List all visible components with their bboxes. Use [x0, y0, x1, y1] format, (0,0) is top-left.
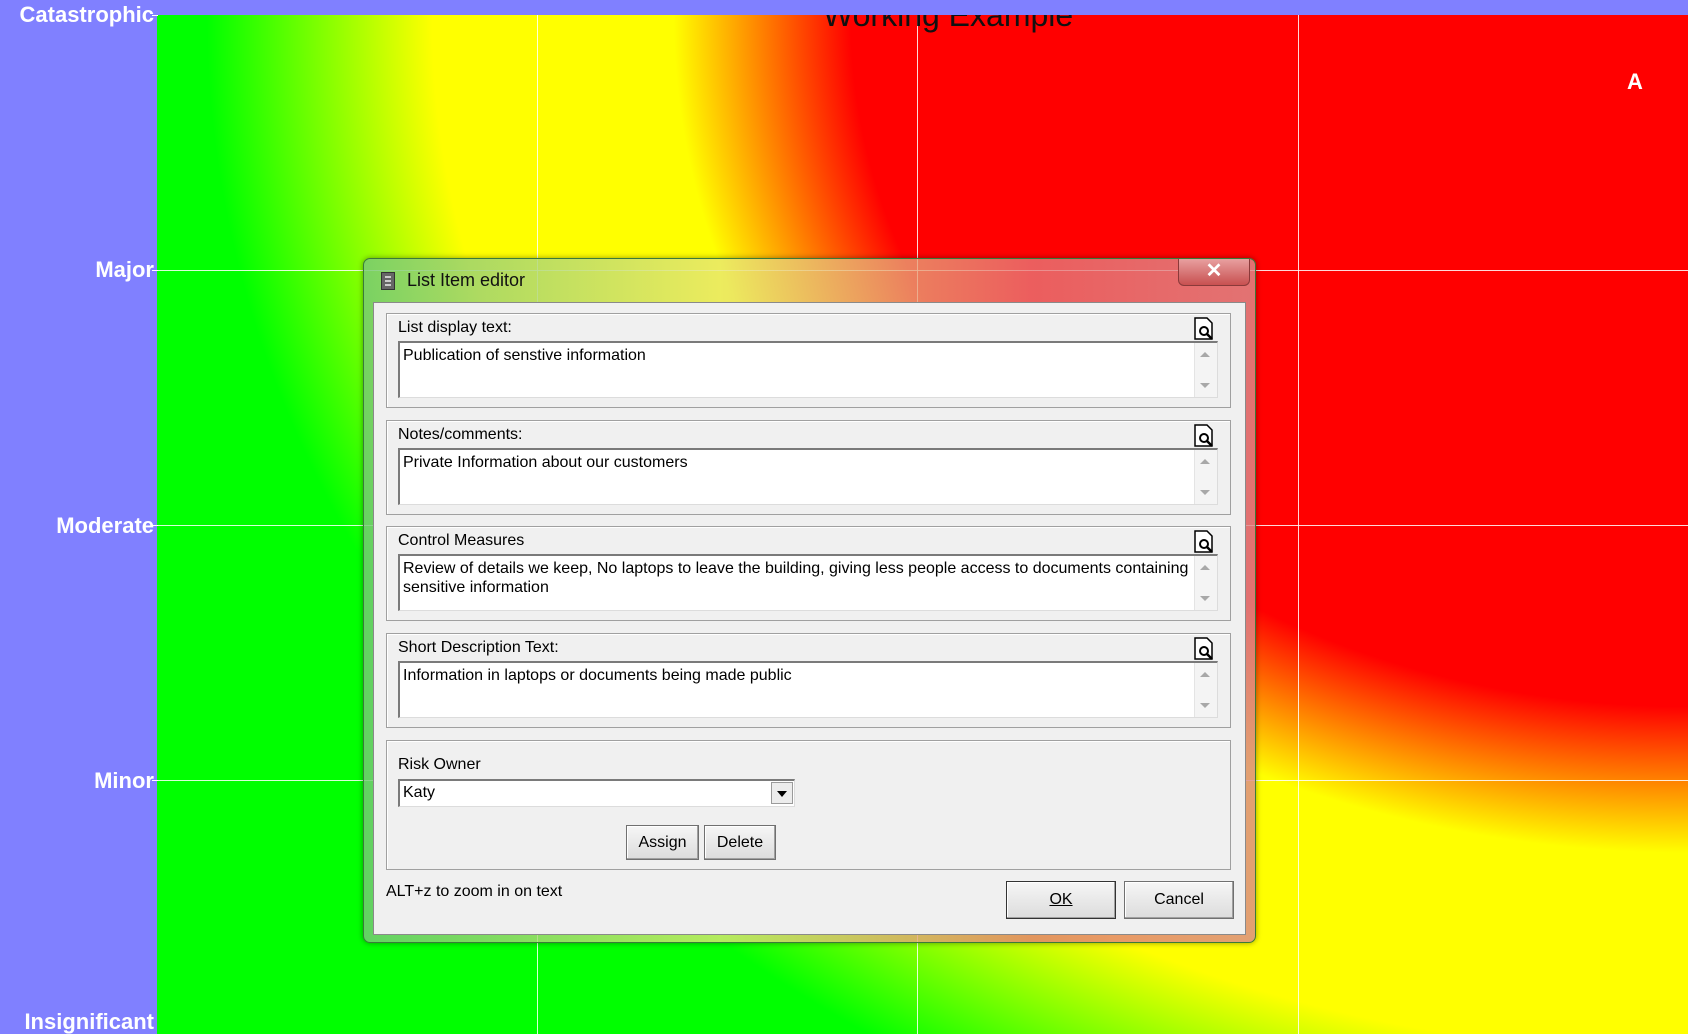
list-display-text-input[interactable]: Publication of senstive information	[398, 341, 1218, 398]
control-measures-input[interactable]: Review of details we keep, No laptops to…	[398, 554, 1218, 611]
y-level-label: Insignificant	[24, 1009, 154, 1034]
y-level-label: Moderate	[56, 513, 154, 538]
short-description-group: Short Description Text: Information in l…	[386, 633, 1231, 728]
scroll-down-icon[interactable]	[1200, 596, 1210, 601]
dialog-title: List Item editor	[407, 270, 526, 290]
vertical-scrollbar[interactable]	[1194, 663, 1217, 717]
chart-title: Working Example	[823, 15, 1074, 33]
risk-owner-dropdown[interactable]: Katy	[398, 779, 795, 807]
y-tick	[152, 15, 158, 16]
notes-comments-group: Notes/comments: Private Information abou…	[386, 420, 1231, 515]
y-tick	[152, 525, 158, 526]
scroll-down-icon[interactable]	[1200, 383, 1210, 388]
list-display-text-group: List display text: Publication of sensti…	[386, 313, 1231, 408]
y-tick	[152, 270, 158, 271]
assign-button[interactable]: Assign	[626, 825, 699, 860]
y-level-label: Catastrophic	[19, 2, 154, 27]
field-value: Review of details we keep, No laptops to…	[403, 560, 1189, 596]
vertical-scrollbar[interactable]	[1194, 450, 1217, 504]
control-measures-group: Control Measures Review of details we ke…	[386, 526, 1231, 621]
cancel-label: Cancel	[1154, 891, 1204, 908]
zoom-hint-text: ALT+z to zoom in on text	[386, 883, 563, 900]
scroll-down-icon[interactable]	[1200, 490, 1210, 495]
field-label: Short Description Text:	[398, 639, 559, 656]
notes-comments-input[interactable]: Private Information about our customers	[398, 448, 1218, 505]
list-item-editor-dialog: List Item editor ✕ List display text: Pu…	[363, 258, 1256, 943]
risk-owner-group: Risk Owner Katy Assign Delete	[386, 740, 1231, 870]
y-level-label: Major	[95, 257, 154, 282]
short-description-input[interactable]: Information in laptops or documents bein…	[398, 661, 1218, 718]
app-icon	[381, 272, 395, 290]
zoom-document-icon[interactable]	[1193, 637, 1215, 661]
field-label: Notes/comments:	[398, 426, 523, 443]
close-button[interactable]: ✕	[1178, 259, 1250, 286]
cancel-button[interactable]: Cancel	[1124, 881, 1234, 919]
field-value: Private Information about our customers	[403, 454, 688, 471]
zoom-document-icon[interactable]	[1193, 530, 1215, 554]
scroll-up-icon[interactable]	[1200, 459, 1210, 464]
field-label: List display text:	[398, 319, 512, 336]
dialog-client-area: List display text: Publication of sensti…	[373, 302, 1246, 935]
scroll-up-icon[interactable]	[1200, 565, 1210, 570]
delete-button[interactable]: Delete	[704, 825, 776, 860]
vertical-scrollbar[interactable]	[1194, 343, 1217, 397]
scroll-up-icon[interactable]	[1200, 672, 1210, 677]
zoom-document-icon[interactable]	[1193, 317, 1215, 341]
y-level-label: Minor	[94, 768, 154, 793]
risk-owner-label: Risk Owner	[398, 756, 481, 773]
risk-owner-value: Katy	[403, 784, 436, 801]
field-label: Control Measures	[398, 532, 525, 549]
scroll-up-icon[interactable]	[1200, 352, 1210, 357]
ok-button[interactable]: OK	[1006, 881, 1116, 919]
vertical-scrollbar[interactable]	[1194, 556, 1217, 610]
risk-marker-label[interactable]: A	[1627, 69, 1643, 95]
ok-label: OK	[1049, 891, 1073, 908]
scroll-down-icon[interactable]	[1200, 703, 1210, 708]
y-tick	[152, 780, 158, 781]
field-value: Publication of senstive information	[403, 347, 646, 364]
zoom-document-icon[interactable]	[1193, 424, 1215, 448]
field-value: Information in laptops or documents bein…	[403, 667, 792, 684]
chevron-down-icon[interactable]	[771, 782, 793, 804]
